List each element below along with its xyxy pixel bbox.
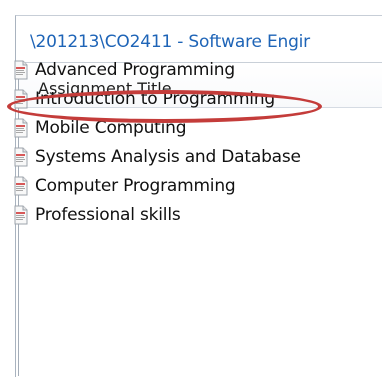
list-item[interactable]: Professional skills (13, 203, 373, 227)
document-icon (14, 60, 28, 80)
folder-path[interactable]: \201213\CO2411 - Software Engir (30, 32, 310, 52)
document-icon (14, 205, 28, 225)
list-item[interactable]: Advanced Programming (13, 58, 373, 82)
page: \201213\CO2411 - Software Engir Assignme… (0, 0, 382, 377)
assignment-list: Advanced Programming Introduction to Pro… (13, 58, 373, 232)
document-icon (14, 147, 28, 167)
list-item-label: Advanced Programming (35, 60, 235, 80)
highlight-ellipse (7, 90, 322, 123)
list-item[interactable]: Systems Analysis and Database (13, 145, 373, 169)
address-bar[interactable]: \201213\CO2411 - Software Engir (18, 19, 382, 63)
document-icon (14, 118, 28, 138)
document-icon (14, 176, 28, 196)
list-item-label: Computer Programming (35, 176, 236, 196)
list-item-label: Systems Analysis and Database (35, 147, 301, 167)
list-item[interactable]: Computer Programming (13, 174, 373, 198)
list-item-label: Professional skills (35, 205, 181, 225)
